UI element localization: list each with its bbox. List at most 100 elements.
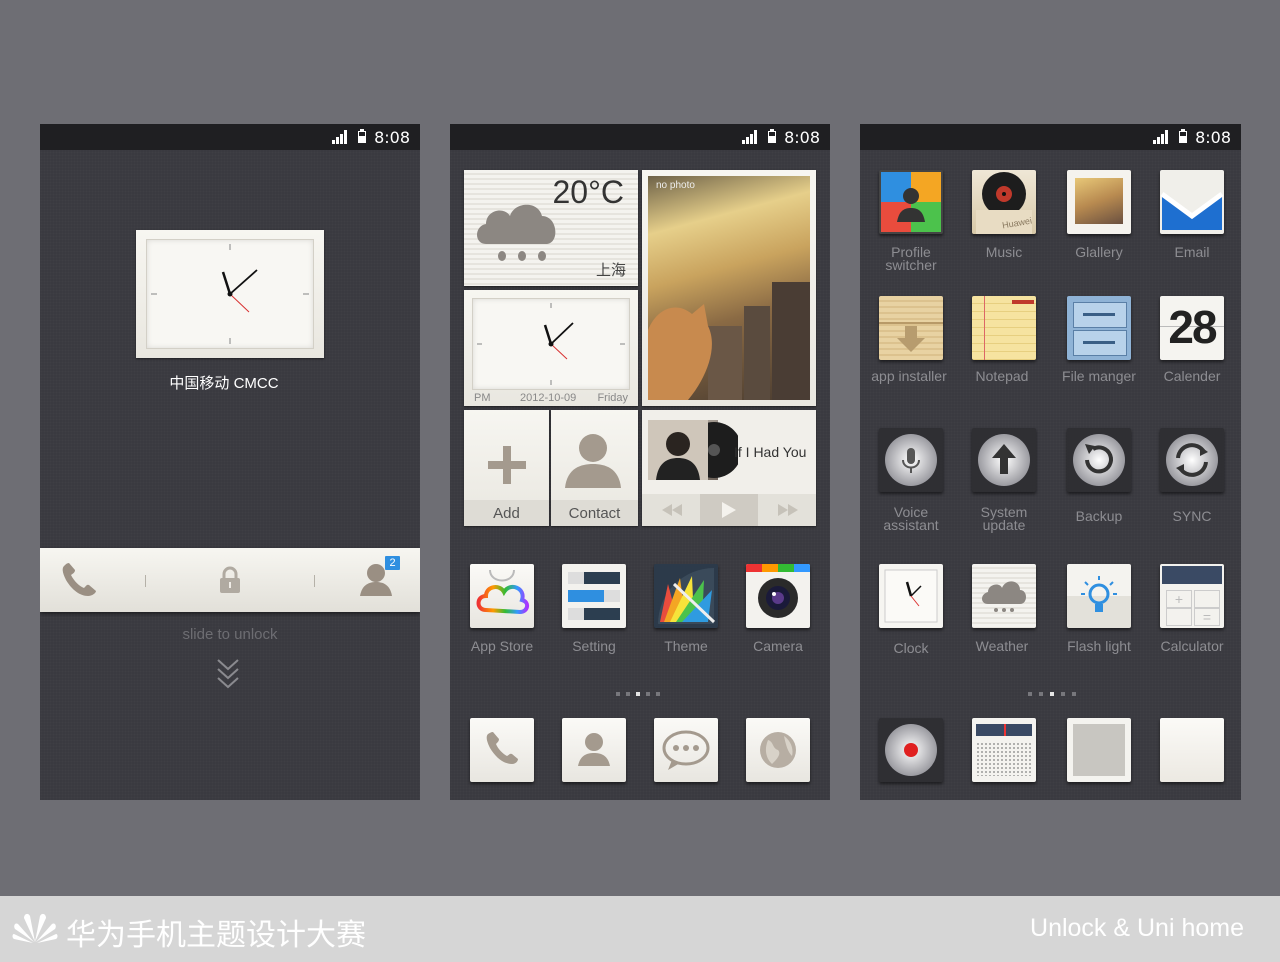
weather-widget[interactable]: 20°C 上海 [464, 170, 638, 286]
next-icon[interactable] [778, 504, 798, 516]
calendar-icon[interactable]: 28 [1160, 296, 1224, 360]
notepad-icon[interactable] [972, 296, 1036, 360]
photo-caption: no photo [656, 180, 695, 191]
email-icon[interactable] [1160, 170, 1224, 234]
home-screen: 8:08 20°C 上海 PM 2012-10-09 Friday no pho… [450, 124, 830, 800]
cloud-rain-icon [477, 204, 556, 261]
unlock-bar[interactable]: 2 [40, 548, 420, 612]
app-label: Flash light [1067, 638, 1131, 654]
calendar-day: 28 [1168, 301, 1217, 353]
divider [145, 575, 146, 587]
weather-icon[interactable] [972, 564, 1036, 628]
app-label: Setting [572, 638, 616, 654]
page-indicator [626, 692, 630, 696]
photo-widget[interactable]: no photo [642, 170, 816, 406]
music-controls [642, 494, 816, 526]
app-label: app installer [871, 368, 947, 384]
system-update-icon[interactable] [972, 428, 1036, 492]
app-label: Theme [664, 638, 708, 654]
music-widget[interactable]: If I Had You [642, 410, 816, 526]
blank-frame-icon[interactable] [1067, 718, 1131, 782]
status-time: 8:08 [1195, 128, 1231, 147]
plus-icon [488, 446, 526, 484]
setting-icon[interactable] [562, 564, 626, 628]
app-drawer-screen: 8:08 Profile switcher Huawei Music Glall… [860, 124, 1241, 800]
slide-to-unlock-label: slide to unlock [182, 626, 278, 643]
app-label: Email [1174, 244, 1210, 260]
app-installer-icon[interactable] [879, 296, 943, 360]
clock-weekday: Friday [597, 392, 628, 404]
signal-icon [1153, 130, 1168, 144]
vinyl-icon [648, 420, 742, 480]
app-label: Music [985, 244, 1023, 260]
sync-icon[interactable] [1160, 428, 1224, 492]
footer-bar: 华为手机主题设计大赛 Unlock & Uni home [0, 896, 1280, 962]
lock-screen: 8:08 中国移动 CMCC 2 slide to unlock [40, 124, 420, 800]
battery-icon [358, 129, 366, 143]
page-indicator [646, 692, 650, 696]
clock-icon[interactable] [879, 564, 943, 628]
clock-date: 2012-10-09 [520, 392, 577, 404]
page-indicator-active [636, 692, 640, 696]
city-silhouette-icon [648, 282, 810, 400]
weather-city: 上海 [595, 262, 626, 279]
flash-light-icon[interactable] [1067, 564, 1131, 628]
divider [314, 575, 315, 587]
app-label: SYNC [1172, 508, 1212, 524]
app-store-icon[interactable] [470, 564, 534, 628]
clock-face [146, 239, 314, 349]
music-icon[interactable]: Huawei [972, 170, 1036, 234]
clock-ampm: PM [474, 392, 491, 404]
backup-icon[interactable] [1067, 428, 1131, 492]
photo-image [648, 176, 810, 400]
contact-tile[interactable]: Contact [551, 410, 638, 526]
dock-message-icon[interactable] [654, 718, 718, 782]
carrier-label: 中国移动 CMCC [169, 375, 279, 392]
app-label: System update [980, 504, 1028, 533]
clock-hands-icon [151, 244, 309, 344]
footer-subtitle: Unlock & Uni home [1030, 914, 1244, 942]
camera-icon[interactable] [746, 564, 810, 628]
gallery-icon[interactable] [1067, 170, 1131, 234]
page-indicator [1039, 692, 1043, 696]
file-manager-icon[interactable] [1067, 296, 1131, 360]
app-label: Calculator [1160, 638, 1224, 654]
radio-icon[interactable] [972, 718, 1036, 782]
dock-browser-icon[interactable] [746, 718, 810, 782]
battery-icon [1179, 129, 1187, 143]
clock-face [472, 298, 630, 390]
add-label: Add [493, 505, 520, 522]
theme-icon[interactable] [654, 564, 718, 628]
chevron-down-icon [217, 659, 239, 689]
profile-switcher-icon[interactable] [879, 170, 943, 234]
home-clock-widget[interactable]: PM 2012-10-09 Friday [464, 290, 638, 406]
blank-icon[interactable] [1160, 718, 1224, 782]
app-label: Profile switcher [885, 244, 937, 273]
clock-hands-icon [477, 303, 625, 385]
page-indicator [616, 692, 620, 696]
lock-icon[interactable] [218, 566, 242, 594]
album-art [648, 420, 742, 480]
calculator-icon[interactable]: + = [1160, 564, 1224, 628]
app-label: Notepad [975, 368, 1029, 384]
dock-phone-icon[interactable] [470, 718, 534, 782]
contact-icon [565, 434, 621, 488]
footer-brand: 华为手机主题设计大赛 [66, 918, 366, 953]
app-label: Backup [1075, 508, 1123, 524]
voice-assistant-icon[interactable] [879, 428, 943, 492]
dock-contact-icon[interactable] [562, 718, 626, 782]
app-label: Calender [1163, 368, 1221, 384]
signal-icon [332, 130, 347, 144]
recorder-icon[interactable] [879, 718, 943, 782]
status-bar: 8:08 [40, 124, 420, 150]
play-icon[interactable] [722, 502, 736, 518]
status-time: 8:08 [374, 128, 410, 147]
signal-icon [742, 130, 757, 144]
app-label: App Store [470, 638, 534, 654]
previous-icon[interactable] [662, 504, 682, 516]
song-title: If I Had You [734, 444, 807, 460]
app-label: Voice assistant [883, 504, 939, 533]
add-tile[interactable]: Add [464, 410, 549, 526]
lock-clock-widget[interactable] [136, 230, 324, 358]
phone-icon[interactable] [58, 560, 102, 600]
